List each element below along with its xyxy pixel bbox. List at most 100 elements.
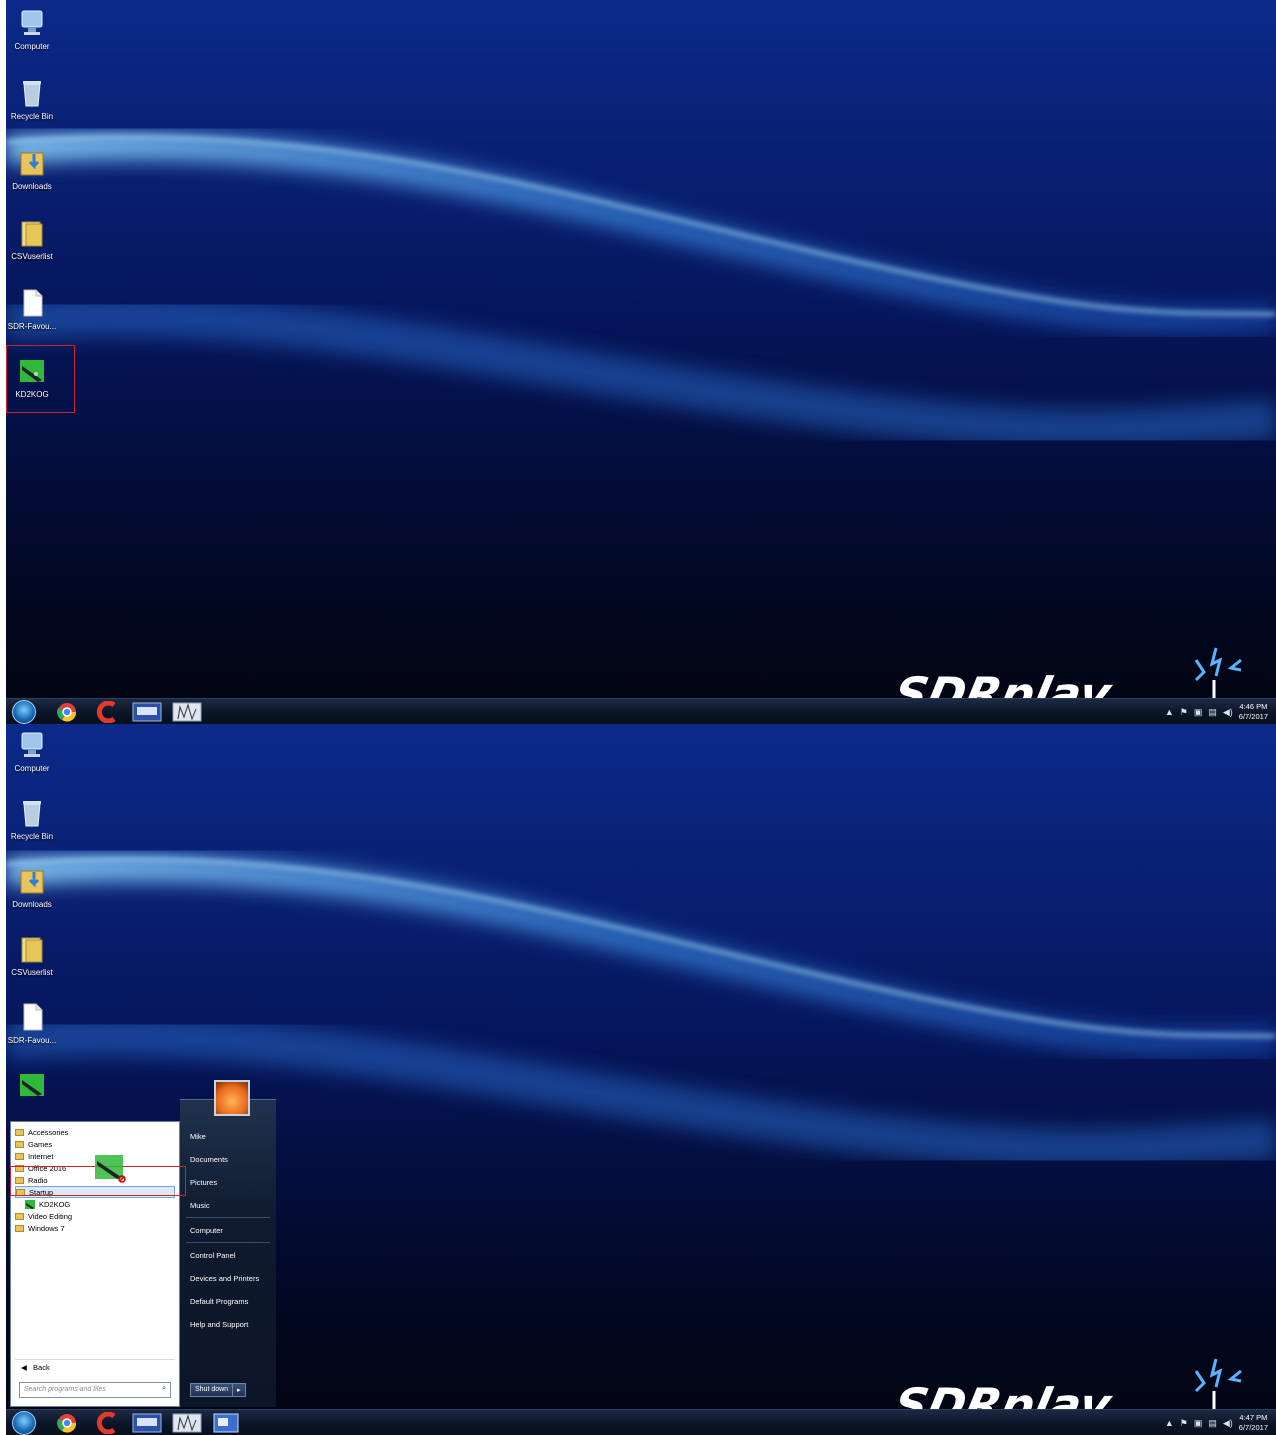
desktop-icon-label: SDR-Favou... xyxy=(7,322,57,331)
downloads-folder-icon xyxy=(20,152,44,176)
kd2kog-shortcut-icon xyxy=(20,1074,44,1096)
back-arrow-icon: ◀ xyxy=(21,1363,27,1372)
back-button[interactable]: ◀ Back xyxy=(21,1363,50,1372)
downloads-folder-icon xyxy=(20,870,44,894)
program-item-kd2kog[interactable]: KD2KOG xyxy=(25,1198,70,1210)
link-pictures[interactable]: Pictures xyxy=(190,1178,217,1187)
desktop-icon-downloads[interactable]: Downloads xyxy=(6,148,58,191)
search-input[interactable]: Search programs and files ⌕ xyxy=(19,1382,171,1398)
desktop-icon-csvuserlist[interactable]: CSVuserlist xyxy=(6,934,58,977)
radio-app-taskbar-icon[interactable] xyxy=(172,701,202,723)
volume-icon[interactable]: ◀) xyxy=(1223,707,1233,718)
recycle-bin-icon xyxy=(23,81,41,107)
file-icon xyxy=(23,289,43,317)
desktop-icon-sdr-favourites[interactable]: SDR-Favou... xyxy=(6,1002,58,1045)
kd2kog-shortcut-icon xyxy=(25,1199,35,1209)
clock-date: 6/7/2017 xyxy=(1238,1423,1268,1432)
volume-icon[interactable]: ◀) xyxy=(1223,1418,1233,1429)
network-icon[interactable]: ▤ xyxy=(1208,707,1217,718)
start-button[interactable] xyxy=(12,700,36,724)
desktop-icon-sdr-favourites[interactable]: SDR-Favou... xyxy=(6,288,58,331)
folder-icon xyxy=(21,937,43,963)
desktop-icon-label: Computer xyxy=(14,764,50,773)
network-icon[interactable]: ▤ xyxy=(1208,1418,1217,1429)
file-icon xyxy=(23,1003,43,1031)
desktop-icon-kd2kog-partial[interactable] xyxy=(6,1070,58,1100)
folder-icon xyxy=(21,221,43,247)
taskbar: ▲ ⚑ ▣ ▤ ◀) 4:47 PM 6/7/2017 xyxy=(6,1409,1276,1435)
desktop-icon-recycle-bin[interactable]: Recycle Bin xyxy=(6,78,58,121)
desktop-icon-label: Computer xyxy=(14,42,50,51)
desktop-icon-label: Recycle Bin xyxy=(10,832,54,841)
chrome-taskbar-icon[interactable] xyxy=(54,701,80,723)
device-icon[interactable]: ▣ xyxy=(1194,1418,1203,1429)
link-user-mike[interactable]: Mike xyxy=(190,1132,206,1141)
computer-icon xyxy=(21,10,43,35)
link-devices-and-printers[interactable]: Devices and Printers xyxy=(190,1274,259,1283)
search-placeholder: Search programs and files xyxy=(24,1386,106,1393)
program-folder-accessories[interactable]: Accessories xyxy=(15,1126,68,1138)
desktop-icon-recycle-bin[interactable]: Recycle Bin xyxy=(6,798,58,841)
desktop-icon-downloads[interactable]: Downloads xyxy=(6,866,58,909)
link-documents[interactable]: Documents xyxy=(190,1155,228,1164)
back-label: Back xyxy=(33,1363,50,1372)
program-folder-windows-7[interactable]: Windows 7 xyxy=(15,1222,65,1234)
recycle-bin-icon xyxy=(23,801,41,827)
desktop-icon-computer[interactable]: Computer xyxy=(6,730,58,773)
shutdown-button[interactable]: Shut down ▸ xyxy=(190,1383,246,1397)
link-control-panel[interactable]: Control Panel xyxy=(190,1251,235,1260)
desktop-icon-csvuserlist[interactable]: CSVuserlist xyxy=(6,218,58,261)
show-hidden-icons-icon[interactable]: ▲ xyxy=(1165,707,1174,717)
shutdown-label: Shut down xyxy=(195,1386,229,1393)
clock-time: 4:46 PM xyxy=(1239,702,1268,711)
taskbar: ▲ ⚑ ▣ ▤ ◀) 4:46 PM 6/7/2017 xyxy=(6,698,1276,724)
link-music[interactable]: Music xyxy=(190,1201,210,1210)
desktop-icon-label: CSVuserlist xyxy=(11,252,53,261)
clock[interactable]: 4:46 PM 6/7/2017 xyxy=(1239,702,1268,722)
ccleaner-taskbar-icon[interactable] xyxy=(96,1412,120,1434)
program-folder-internet[interactable]: Internet xyxy=(15,1150,53,1162)
clock[interactable]: 4:47 PM 6/7/2017 xyxy=(1239,1413,1268,1433)
device-icon[interactable]: ▣ xyxy=(1194,707,1203,718)
radio-app-taskbar-icon[interactable] xyxy=(172,1412,202,1434)
system-tray: ▲ ⚑ ▣ ▤ ◀) 4:47 PM 6/7/2017 xyxy=(1165,1413,1268,1433)
show-hidden-icons-icon[interactable]: ▲ xyxy=(1165,1418,1174,1428)
program-folder-games[interactable]: Games xyxy=(15,1138,52,1150)
app-taskbar-icon[interactable] xyxy=(132,1412,162,1434)
desktop-icon-label: CSVuserlist xyxy=(11,968,53,977)
start-menu: Accessories Games Internet Office 2016 R… xyxy=(8,1080,276,1409)
app-taskbar-icon[interactable] xyxy=(132,701,162,723)
program-label: Accessories xyxy=(28,1127,69,1137)
divider xyxy=(186,1242,270,1243)
link-help-and-support[interactable]: Help and Support xyxy=(190,1320,248,1329)
open-window-taskbar-icon[interactable] xyxy=(212,1412,240,1434)
chrome-taskbar-icon[interactable] xyxy=(54,1412,80,1434)
desktop-screen-2: Computer Recycle Bin Downloads CSVuserli… xyxy=(6,724,1276,1435)
search-icon: ⌕ xyxy=(162,1385,166,1392)
ccleaner-taskbar-icon[interactable] xyxy=(96,701,120,723)
user-picture[interactable] xyxy=(214,1080,250,1116)
program-label: Internet xyxy=(28,1151,54,1161)
divider xyxy=(15,1359,175,1360)
folder-icon xyxy=(15,1140,24,1148)
shutdown-options-arrow[interactable]: ▸ xyxy=(232,1384,245,1396)
start-button[interactable] xyxy=(12,1411,36,1435)
flag-icon[interactable]: ⚑ xyxy=(1180,1418,1188,1429)
link-default-programs[interactable]: Default Programs xyxy=(190,1297,248,1306)
desktop-icon-computer[interactable]: Computer xyxy=(6,8,58,51)
program-label: KD2KOG xyxy=(39,1199,71,1209)
link-computer[interactable]: Computer xyxy=(190,1226,223,1235)
program-label: Video Editing xyxy=(28,1211,73,1221)
folder-icon xyxy=(15,1212,24,1220)
program-folder-video-editing[interactable]: Video Editing xyxy=(15,1210,72,1222)
desktop-icon-label: Recycle Bin xyxy=(10,112,54,121)
clock-time: 4:47 PM xyxy=(1239,1413,1268,1422)
start-menu-links-pane: Mike Documents Pictures Music Computer C… xyxy=(180,1080,276,1407)
computer-icon xyxy=(21,732,43,757)
selection-highlight-box xyxy=(6,345,75,413)
folder-icon xyxy=(15,1224,24,1232)
flag-icon[interactable]: ⚑ xyxy=(1180,707,1188,718)
folder-icon xyxy=(15,1152,24,1160)
desktop-icon-label: Downloads xyxy=(12,182,52,191)
desktop-icon-label: Downloads xyxy=(12,900,52,909)
